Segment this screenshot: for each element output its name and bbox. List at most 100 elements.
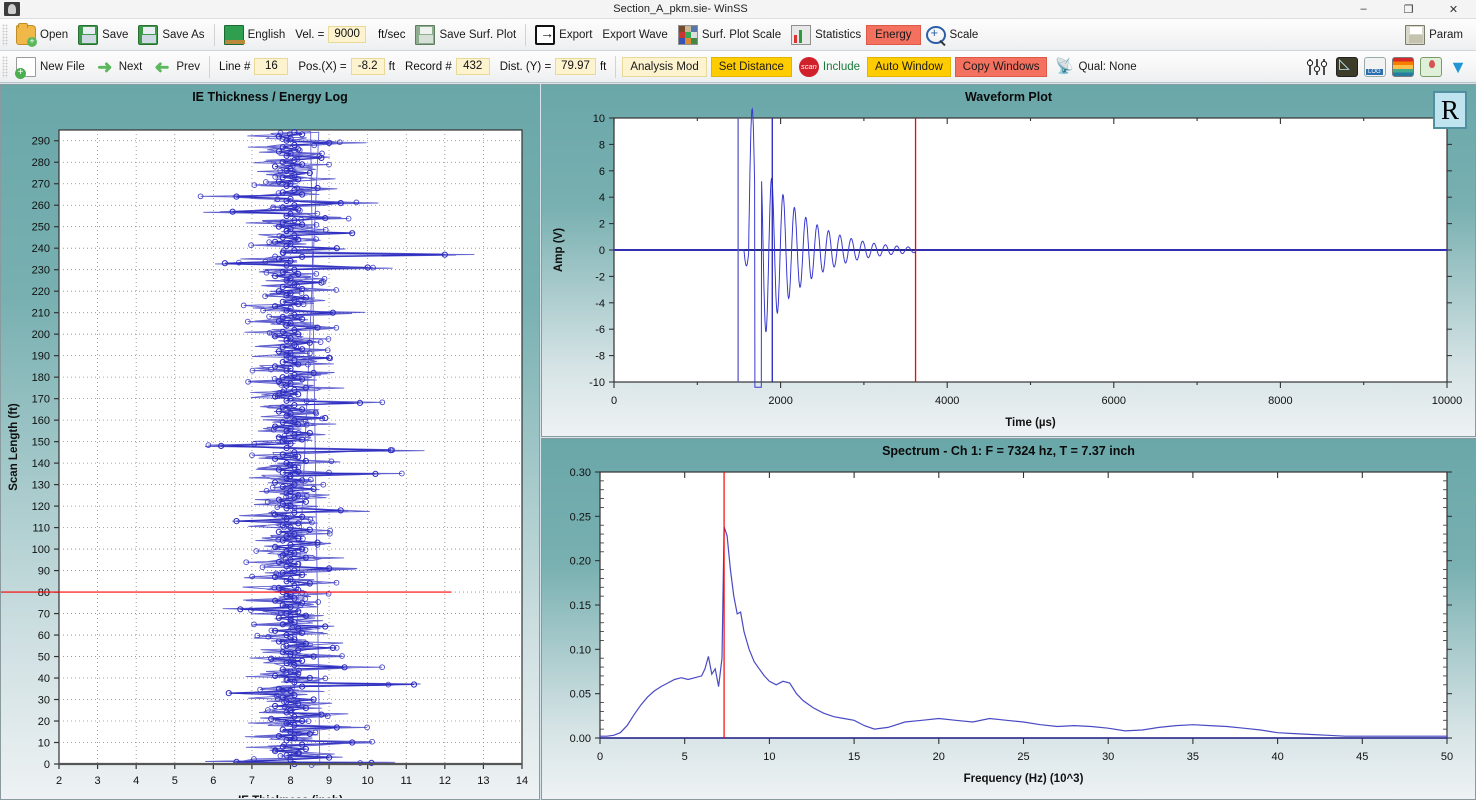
svg-text:190: 190 [32, 351, 50, 363]
velocity-input[interactable]: 9000 [328, 26, 366, 43]
ie-thickness-chart[interactable]: 0102030405060708090100110120130140150160… [1, 104, 539, 798]
dist-y-value[interactable]: 79.97 [555, 58, 596, 75]
svg-text:10: 10 [763, 751, 775, 763]
units-label: English [248, 29, 286, 41]
export-wave-label: Export Wave [602, 29, 667, 41]
new-file-button[interactable]: New File [11, 53, 90, 81]
window-title: Section_A_pkm.sie- WinSS [20, 3, 1341, 15]
copy-windows-button[interactable]: Copy Windows [953, 53, 1050, 81]
export-button[interactable]: Export [530, 21, 597, 49]
param-button[interactable]: Param [1400, 21, 1468, 49]
svg-text:0.30: 0.30 [570, 467, 591, 479]
save-as-button[interactable]: Save As [133, 21, 209, 49]
set-distance-button[interactable]: Set Distance [709, 53, 794, 81]
save-surf-plot-button[interactable]: Save Surf. Plot [410, 21, 521, 49]
svg-text:10: 10 [593, 113, 605, 125]
svg-text:60: 60 [38, 630, 50, 642]
svg-text:6000: 6000 [1102, 395, 1126, 407]
svg-text:120: 120 [32, 501, 50, 513]
svg-text:8000: 8000 [1268, 395, 1292, 407]
nav-toolbar-right: ▼ [1306, 57, 1476, 77]
svg-text:50: 50 [38, 652, 50, 664]
svg-text:2000: 2000 [768, 395, 792, 407]
navigation-toolbar: New File ➜ Next ➜ Prev Line # 16 Pos.(X)… [0, 51, 1476, 83]
record-number-group: Record # 432 [400, 53, 495, 81]
toolbar-grip[interactable] [2, 24, 8, 46]
svg-text:6: 6 [210, 775, 216, 787]
surf-plot-scale-label: Surf. Plot Scale [702, 29, 781, 41]
svg-text:Scan Length (ft): Scan Length (ft) [8, 403, 20, 491]
maximize-button[interactable]: ❐ [1386, 0, 1431, 19]
svg-text:230: 230 [32, 265, 50, 277]
main-toolbar: Open Save Save As English Vel. = 9000 ft… [0, 19, 1476, 51]
svg-text:0.00: 0.00 [570, 733, 591, 745]
svg-text:35: 35 [1187, 751, 1199, 763]
spectrum-title: Spectrum - Ch 1: F = 7324 hz, T = 7.37 i… [542, 439, 1475, 458]
waveform-title: Waveform Plot [542, 85, 1475, 104]
window-controls: – ❐ ✕ [1341, 0, 1476, 19]
prev-label: Prev [176, 61, 200, 73]
svg-text:25: 25 [1017, 751, 1029, 763]
velocity-group: Vel. = 9000 ft/sec [290, 21, 410, 49]
svg-text:50: 50 [1441, 751, 1453, 763]
svg-text:4000: 4000 [935, 395, 959, 407]
scale-button[interactable]: Scale [921, 21, 984, 49]
open-button[interactable]: Open [11, 21, 73, 49]
dist-y-units: ft [600, 61, 606, 73]
waveform-chart[interactable]: -10-8-6-4-202468100200040006000800010000… [542, 104, 1475, 434]
sliders-icon[interactable] [1306, 57, 1330, 77]
map-pin-icon[interactable] [1420, 57, 1442, 77]
title-bar: Section_A_pkm.sie- WinSS – ❐ ✕ [0, 0, 1476, 19]
measure-icon[interactable] [1336, 57, 1358, 77]
analysis-mod-button[interactable]: Analysis Mod [620, 53, 708, 81]
save-button[interactable]: Save [73, 21, 133, 49]
export-wave-button[interactable]: Export Wave [597, 21, 672, 49]
auto-window-button[interactable]: Auto Window [865, 53, 953, 81]
main-toolbar-right: Param [1400, 21, 1476, 49]
statistics-button[interactable]: Statistics [786, 21, 866, 49]
rainbow-scale-icon[interactable] [1392, 57, 1414, 77]
line-number-value[interactable]: 16 [254, 58, 288, 75]
svg-text:10000: 10000 [1432, 395, 1463, 407]
log-file-icon[interactable] [1364, 57, 1386, 77]
statistics-label: Statistics [815, 29, 861, 41]
include-button[interactable]: scan Include [794, 53, 865, 81]
record-number-value[interactable]: 432 [456, 58, 490, 75]
surf-plot-scale-button[interactable]: Surf. Plot Scale [673, 21, 786, 49]
pos-x-value[interactable]: -8.2 [351, 58, 385, 75]
minimize-button[interactable]: – [1341, 0, 1386, 19]
prev-button[interactable]: ➜ Prev [147, 53, 205, 81]
nav-toolbar-grip[interactable] [2, 56, 8, 78]
qual-indicator[interactable]: 📡 Qual: None [1049, 53, 1141, 81]
svg-text:11: 11 [401, 775, 412, 787]
param-disk-icon [1405, 25, 1425, 45]
spectrum-chart[interactable]: 0.000.050.100.150.200.250.30051015202530… [542, 458, 1475, 798]
svg-text:0: 0 [611, 395, 617, 407]
units-button[interactable]: English [219, 21, 291, 49]
svg-text:130: 130 [32, 480, 50, 492]
pos-x-label: Pos.(X) = [298, 61, 346, 73]
copy-windows-label: Copy Windows [955, 57, 1048, 77]
svg-text:-6: -6 [595, 324, 605, 336]
svg-text:10: 10 [362, 775, 374, 787]
filter-funnel-icon[interactable]: ▼ [1448, 57, 1468, 77]
pos-x-group: Pos.(X) = -8.2 ft [293, 53, 400, 81]
channel-r-badge[interactable]: R [1433, 91, 1467, 129]
svg-text:4: 4 [599, 192, 605, 204]
svg-text:15: 15 [848, 751, 860, 763]
svg-text:280: 280 [32, 157, 50, 169]
arrow-left-icon: ➜ [152, 57, 172, 77]
svg-text:0.05: 0.05 [570, 689, 591, 701]
svg-text:10: 10 [38, 738, 50, 750]
svg-text:Amp (V): Amp (V) [553, 228, 565, 272]
energy-button[interactable]: Energy [866, 21, 920, 49]
close-button[interactable]: ✕ [1431, 0, 1476, 19]
svg-text:40: 40 [38, 673, 50, 685]
svg-text:5: 5 [172, 775, 178, 787]
param-label: Param [1429, 29, 1463, 41]
svg-text:2: 2 [56, 775, 62, 787]
dist-y-group: Dist. (Y) = 79.97 ft [495, 53, 612, 81]
next-button[interactable]: ➜ Next [90, 53, 148, 81]
new-file-icon [16, 57, 36, 77]
svg-text:270: 270 [32, 179, 50, 191]
